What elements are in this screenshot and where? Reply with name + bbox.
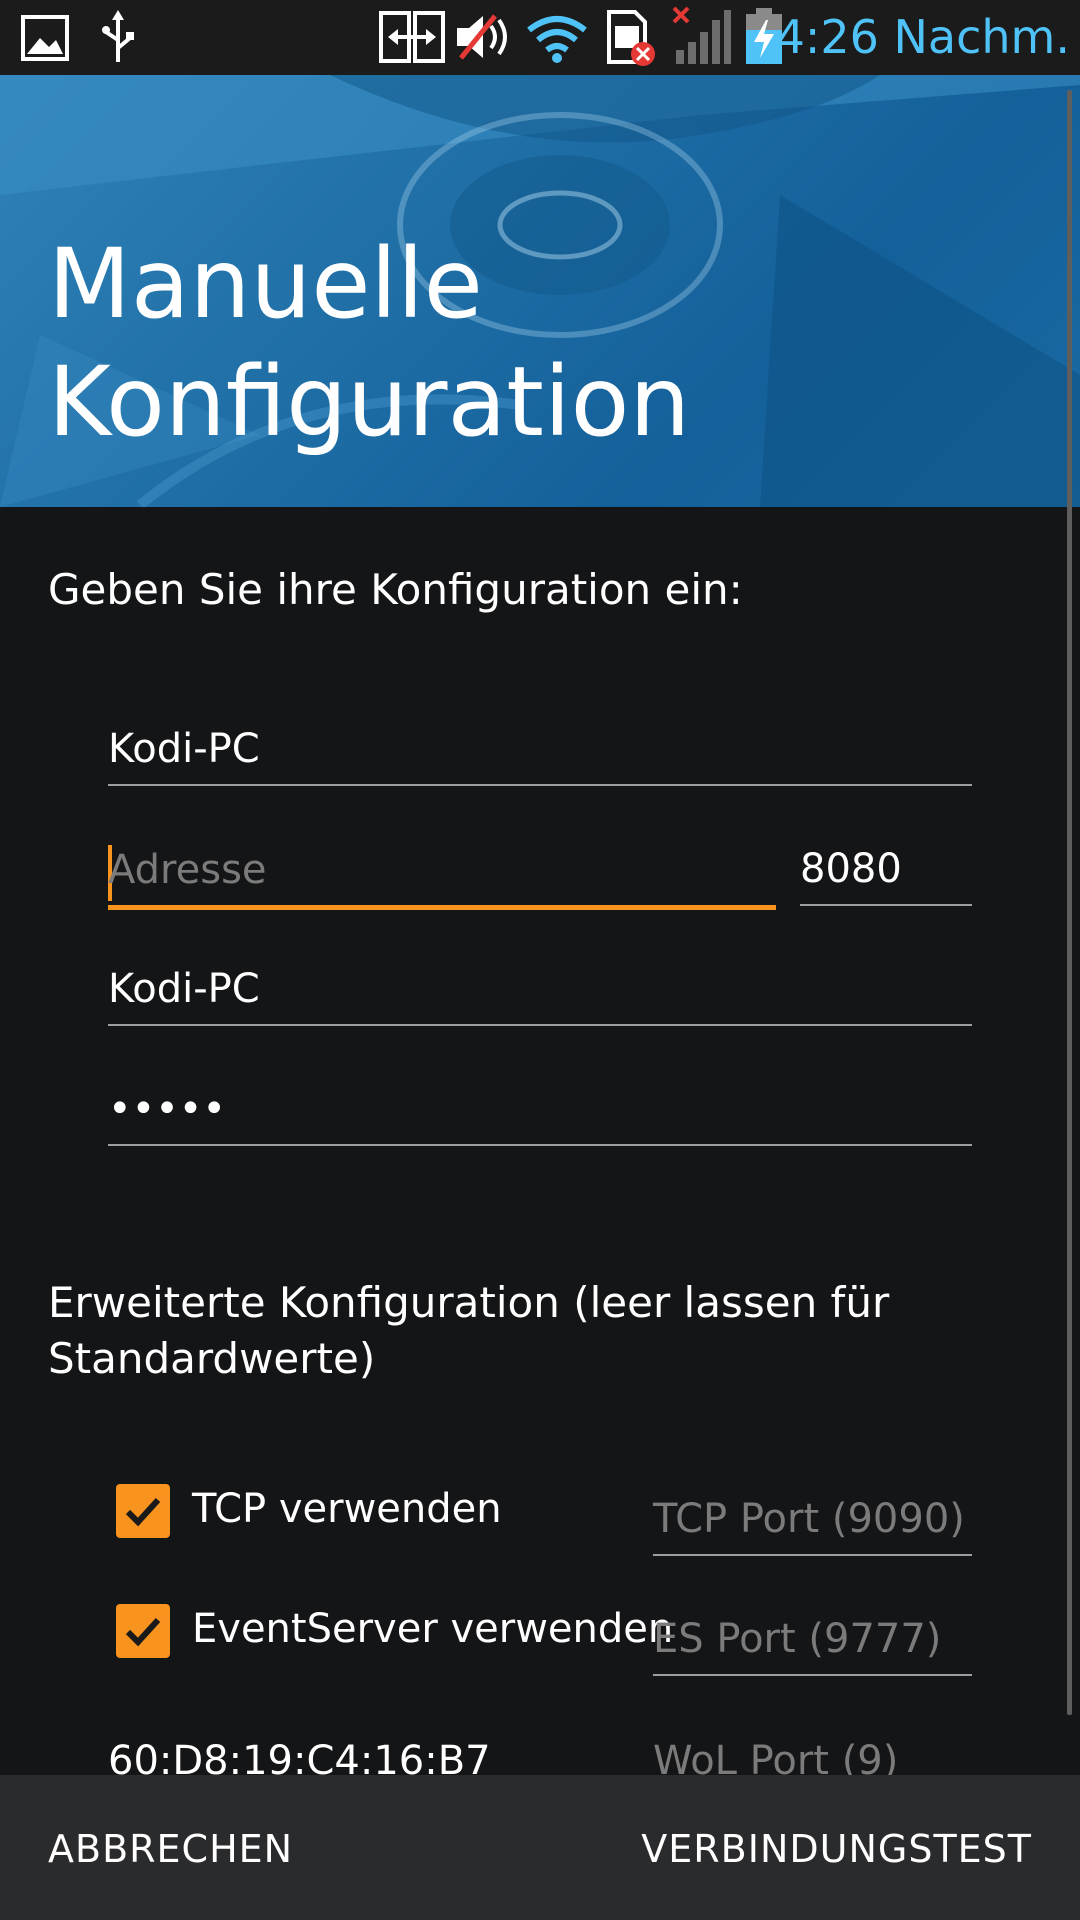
connection-test-button[interactable]: VERBINDUNGSTEST	[641, 1827, 1032, 1871]
es-port-field[interactable]: ES Port (9777)	[653, 1608, 972, 1676]
checkmark-icon	[125, 1497, 161, 1527]
signal-off-icon	[672, 6, 732, 70]
screen-mirror-icon	[378, 10, 446, 68]
cancel-button[interactable]: ABBRECHEN	[48, 1827, 293, 1871]
usb-icon	[98, 10, 138, 70]
password-field-value: •••••	[108, 1086, 226, 1132]
username-field-value: Kodi-PC	[108, 966, 260, 1012]
tcp-port-field[interactable]: TCP Port (9090)	[653, 1488, 972, 1556]
port-field-value: 8080	[800, 846, 902, 892]
scrollbar[interactable]	[1067, 90, 1072, 1715]
tcp-checkbox[interactable]	[116, 1484, 170, 1538]
address-field[interactable]: Adresse	[108, 842, 776, 910]
tcp-port-placeholder: TCP Port (9090)	[653, 1496, 965, 1542]
header-banner: Manuelle Konfiguration	[0, 75, 1080, 507]
page-title: Manuelle Konfiguration	[48, 228, 691, 458]
muted-volume-icon	[455, 10, 513, 68]
intro-label: Geben Sie ihre Konfiguration ein:	[48, 565, 743, 614]
action-bar: ABBRECHEN VERBINDUNGSTEST	[0, 1775, 1080, 1920]
sim-error-icon	[605, 8, 657, 72]
port-field[interactable]: 8080	[800, 838, 972, 906]
advanced-heading: Erweiterte Konfiguration (leer lassen fü…	[48, 1278, 890, 1383]
eventserver-checkbox[interactable]	[116, 1604, 170, 1658]
address-field-placeholder: Adresse	[108, 847, 267, 893]
name-field-value: Kodi-PC	[108, 726, 260, 772]
checkmark-icon	[125, 1617, 161, 1647]
password-field[interactable]: •••••	[108, 1078, 972, 1146]
picture-icon	[20, 14, 70, 66]
eventserver-checkbox-label[interactable]: EventServer verwenden	[192, 1606, 673, 1652]
status-time: 4:26 Nachm.	[775, 10, 1070, 64]
es-port-placeholder: ES Port (9777)	[653, 1616, 942, 1662]
name-field[interactable]: Kodi-PC	[108, 718, 972, 786]
username-field[interactable]: Kodi-PC	[108, 958, 972, 1026]
wifi-icon	[525, 14, 589, 68]
tcp-checkbox-label[interactable]: TCP verwenden	[192, 1486, 502, 1532]
status-bar: 4:26 Nachm.	[0, 0, 1080, 75]
